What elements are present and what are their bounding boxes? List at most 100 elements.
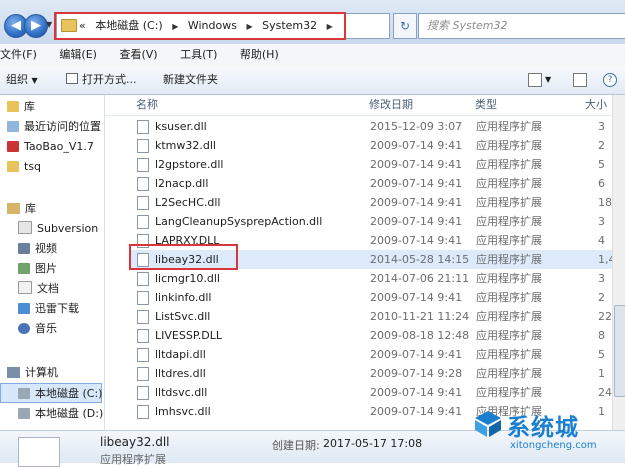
nav-item-videos[interactable]: 视频: [0, 239, 57, 259]
help-icon[interactable]: ?: [603, 73, 617, 87]
table-row[interactable]: L2SecHC.dll 2009-07-14 9:41 应用程序扩展 18: [129, 193, 625, 212]
nav-item-label: tsq: [24, 160, 42, 173]
nav-item-taobao[interactable]: TaoBao_V1.7: [0, 137, 94, 157]
dll-file-icon: [137, 405, 149, 419]
file-type: 应用程序扩展: [476, 386, 542, 399]
recent-pages-dropdown[interactable]: ▼: [46, 20, 52, 29]
nav-item-thunder-downloads[interactable]: 迅雷下载: [0, 299, 79, 319]
view-dropdown-icon[interactable]: ▼: [545, 66, 551, 94]
nav-item-tsq[interactable]: tsq: [0, 157, 41, 177]
menu-help[interactable]: 帮助(H): [240, 44, 286, 66]
address-highlight-box: [54, 12, 346, 40]
view-options-icon[interactable]: [528, 73, 542, 87]
file-date: 2009-07-14 9:41: [370, 291, 463, 304]
preview-pane-icon[interactable]: [573, 73, 587, 87]
nav-item-recent-places[interactable]: 最近访问的位置: [0, 117, 101, 137]
table-row[interactable]: ksuser.dll 2015-12-09 3:07 应用程序扩展 3: [129, 117, 625, 136]
file-date: 2009-07-14 9:41: [370, 177, 463, 190]
menu-edit[interactable]: 编辑(E): [59, 44, 104, 66]
refresh-button[interactable]: ↻: [393, 13, 417, 39]
table-row[interactable]: LIVESSP.DLL 2009-08-18 12:48 应用程序扩展 8: [129, 326, 625, 345]
file-type: 应用程序扩展: [476, 215, 542, 228]
drive-icon: [18, 408, 30, 419]
recent-places-icon: [7, 121, 19, 132]
file-name: licmgr10.dll: [155, 272, 220, 285]
nav-section-computer[interactable]: 计算机: [0, 363, 58, 383]
dll-file-icon: [137, 310, 149, 324]
dll-file-icon: [137, 215, 149, 229]
search-placeholder: 搜索 System32: [427, 19, 508, 32]
file-size: 18: [598, 196, 612, 209]
dll-file-icon: [137, 139, 149, 153]
table-row[interactable]: lltdapi.dll 2009-07-14 9:41 应用程序扩展 5: [129, 345, 625, 364]
nav-item-drive-c[interactable]: 本地磁盘 (C:): [0, 383, 102, 403]
nav-item-documents[interactable]: 文档: [0, 279, 59, 299]
file-type: 应用程序扩展: [476, 329, 542, 342]
dll-file-icon: [137, 177, 149, 191]
open-with-button[interactable]: 打开方式...: [66, 66, 137, 94]
table-row[interactable]: lltdres.dll 2009-07-14 9:28 应用程序扩展 1: [129, 364, 625, 383]
table-row[interactable]: linkinfo.dll 2009-07-14 9:41 应用程序扩展 2: [129, 288, 625, 307]
new-folder-label: 新建文件夹: [163, 73, 218, 86]
file-type: 应用程序扩展: [476, 120, 542, 133]
column-date-modified[interactable]: 修改日期: [369, 95, 413, 115]
scrollbar-thumb[interactable]: [614, 305, 625, 397]
table-row[interactable]: ListSvc.dll 2010-11-21 11:24 应用程序扩展 22: [129, 307, 625, 326]
table-row[interactable]: lltdsvc.dll 2009-07-14 9:41 应用程序扩展 24: [129, 383, 625, 402]
dll-file-icon: [137, 329, 149, 343]
file-date: 2009-07-14 9:41: [370, 196, 463, 209]
file-name: lltdapi.dll: [155, 348, 206, 361]
nav-item-label: 本地磁盘 (D:): [35, 407, 104, 420]
file-size: 3: [598, 272, 605, 285]
file-date: 2009-07-14 9:41: [370, 386, 463, 399]
computer-icon: [7, 367, 20, 378]
file-type: 应用程序扩展: [476, 367, 542, 380]
new-folder-button[interactable]: 新建文件夹: [163, 66, 218, 94]
table-row[interactable]: licmgr10.dll 2014-07-06 21:11 应用程序扩展 3: [129, 269, 625, 288]
open-with-icon: [66, 73, 78, 84]
folder-icon: [7, 161, 19, 172]
nav-item-pictures[interactable]: 图片: [0, 259, 57, 279]
nav-item-music[interactable]: 音乐: [0, 319, 57, 339]
dll-file-icon: [137, 386, 149, 400]
file-type: 应用程序扩展: [476, 196, 542, 209]
forward-button[interactable]: ▶: [24, 14, 48, 38]
file-date: 2009-07-14 9:41: [370, 158, 463, 171]
site-logo-icon: [475, 411, 501, 437]
dll-file-icon: [137, 272, 149, 286]
file-size: 4: [598, 234, 605, 247]
vertical-scrollbar[interactable]: [612, 95, 625, 430]
table-row[interactable]: LangCleanupSysprepAction.dll 2009-07-14 9…: [129, 212, 625, 231]
nav-item-drive-d[interactable]: 本地磁盘 (D:): [0, 404, 103, 424]
column-size[interactable]: 大小: [585, 95, 607, 115]
search-input[interactable]: 搜索 System32: [418, 13, 625, 39]
details-file-name: libeay32.dll: [100, 435, 170, 449]
file-type: 应用程序扩展: [476, 310, 542, 323]
file-type: 应用程序扩展: [476, 253, 542, 266]
file-type: 应用程序扩展: [476, 348, 542, 361]
file-type: 应用程序扩展: [476, 139, 542, 152]
nav-item-subversion[interactable]: Subversion: [0, 219, 98, 239]
column-type[interactable]: 类型: [475, 95, 497, 115]
menu-view[interactable]: 查看(V): [119, 44, 164, 66]
table-row[interactable]: l2gpstore.dll 2009-07-14 9:41 应用程序扩展 5: [129, 155, 625, 174]
nav-item-library[interactable]: 库: [0, 97, 35, 117]
file-date: 2014-07-06 21:11: [370, 272, 470, 285]
file-type: 应用程序扩展: [476, 234, 542, 247]
file-date: 2009-08-18 12:48: [370, 329, 470, 342]
column-name[interactable]: 名称: [136, 95, 158, 115]
nav-section-libraries[interactable]: 库: [0, 199, 36, 219]
file-name: LIVESSP.DLL: [155, 329, 222, 342]
file-size: 5: [598, 158, 605, 171]
menu-file[interactable]: 文件(F): [0, 44, 44, 66]
organize-button[interactable]: 组织 ▼: [6, 66, 38, 95]
table-row[interactable]: l2nacp.dll 2009-07-14 9:41 应用程序扩展 6: [129, 174, 625, 193]
file-size: 22: [598, 310, 612, 323]
file-thumbnail-icon: [18, 437, 60, 467]
file-type: 应用程序扩展: [476, 291, 542, 304]
open-with-label: 打开方式...: [82, 73, 137, 86]
table-row[interactable]: ktmw32.dll 2009-07-14 9:41 应用程序扩展 2: [129, 136, 625, 155]
menu-tools[interactable]: 工具(T): [180, 44, 224, 66]
dll-file-icon: [137, 291, 149, 305]
file-size: 3: [598, 215, 605, 228]
